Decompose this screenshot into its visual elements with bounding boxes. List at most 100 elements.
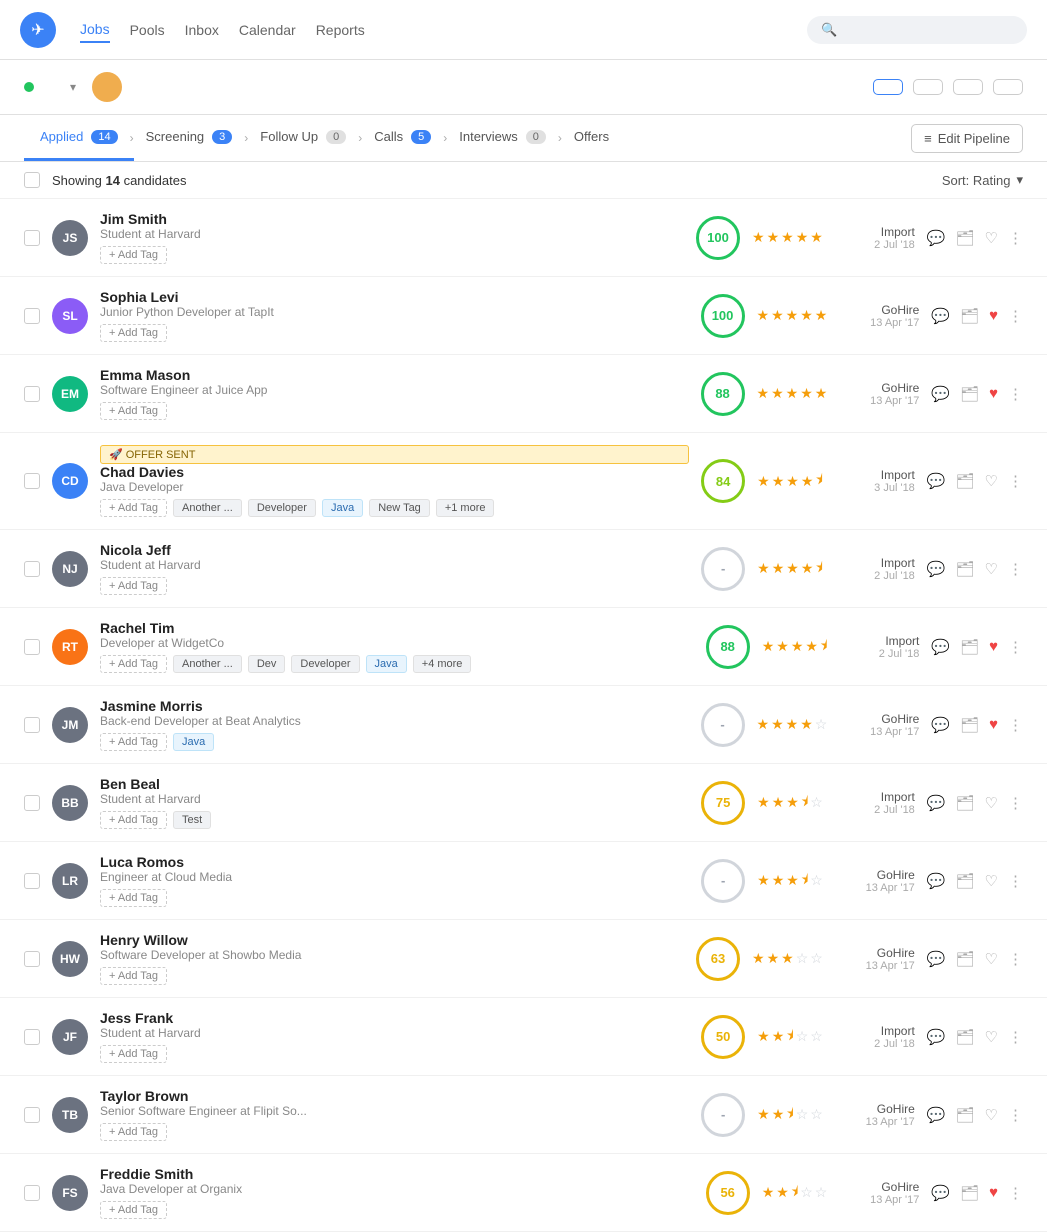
candidate-name[interactable]: Taylor Brown xyxy=(100,1088,689,1104)
more-icon[interactable]: ⋮ xyxy=(1008,950,1023,968)
add-tag-button[interactable]: + Add Tag xyxy=(100,324,167,342)
row-checkbox[interactable] xyxy=(24,873,40,889)
row-checkbox[interactable] xyxy=(24,795,40,811)
job-dropdown-icon[interactable]: ▾ xyxy=(70,80,76,94)
more-icon[interactable]: ⋮ xyxy=(1008,872,1023,890)
nav-inbox[interactable]: Inbox xyxy=(185,18,219,42)
star-rating[interactable]: ★★⯨☆☆ xyxy=(757,1025,823,1049)
candidate-tag[interactable]: Java xyxy=(366,655,407,673)
comment-icon[interactable]: 💬 xyxy=(927,229,946,247)
comment-icon[interactable]: 💬 xyxy=(931,307,950,325)
star-rating[interactable]: ★★★★★ xyxy=(757,385,828,402)
candidate-tag[interactable]: Test xyxy=(173,811,211,829)
more-icon[interactable]: ⋮ xyxy=(1008,307,1023,325)
comment-icon[interactable]: 💬 xyxy=(927,560,946,578)
comment-icon[interactable]: 💬 xyxy=(931,716,950,734)
tab-followup[interactable]: Follow Up 0 xyxy=(244,115,362,161)
row-checkbox[interactable] xyxy=(24,717,40,733)
comment-icon[interactable]: 💬 xyxy=(927,472,946,490)
star-rating[interactable]: ★★★★★ xyxy=(752,229,823,246)
sort-control[interactable]: Sort: Rating ▾ xyxy=(942,172,1023,188)
more-icon[interactable]: ⋮ xyxy=(1008,560,1023,578)
add-tag-button[interactable]: + Add Tag xyxy=(100,499,167,517)
add-tag-button[interactable]: + Add Tag xyxy=(100,1201,167,1219)
candidate-name[interactable]: Ben Beal xyxy=(100,776,689,792)
comment-icon[interactable]: 💬 xyxy=(931,1184,950,1202)
search-bar[interactable]: 🔍 xyxy=(807,16,1027,44)
candidate-name[interactable]: Rachel Tim xyxy=(100,620,694,636)
add-tag-button[interactable]: + Add Tag xyxy=(100,655,167,673)
edit-pipeline-button[interactable]: ≡ Edit Pipeline xyxy=(911,124,1023,153)
nav-reports[interactable]: Reports xyxy=(316,18,365,42)
star-rating[interactable]: ★★★★☆ xyxy=(757,716,828,733)
candidate-name[interactable]: Nicola Jeff xyxy=(100,542,689,558)
candidate-name[interactable]: Freddie Smith xyxy=(100,1166,694,1182)
star-rating[interactable]: ★★★⯨☆ xyxy=(757,869,823,893)
comment-icon[interactable]: 💬 xyxy=(931,385,950,403)
more-icon[interactable]: ⋮ xyxy=(1008,1106,1023,1124)
add-tag-button[interactable]: + Add Tag xyxy=(100,889,167,907)
like-icon[interactable]: ♥ xyxy=(989,385,998,402)
candidate-tag[interactable]: Developer xyxy=(248,499,316,517)
comment-icon[interactable]: 💬 xyxy=(927,1028,946,1046)
more-icon[interactable]: ⋮ xyxy=(1008,1184,1023,1202)
star-rating[interactable]: ★★★★★ xyxy=(757,307,828,324)
add-tag-button[interactable]: + Add Tag xyxy=(100,577,167,595)
more-icon[interactable]: ⋮ xyxy=(1008,1028,1023,1046)
folder-icon[interactable]: 🗂 xyxy=(956,472,975,490)
tab-offers[interactable]: Offers xyxy=(558,115,625,161)
folder-icon[interactable]: 🗂 xyxy=(960,307,979,325)
row-checkbox[interactable] xyxy=(24,473,40,489)
nav-calendar[interactable]: Calendar xyxy=(239,18,296,42)
like-icon[interactable]: ♥ xyxy=(989,1184,998,1201)
star-rating[interactable]: ★★★★⯨ xyxy=(757,469,823,493)
folder-icon[interactable]: 🗂 xyxy=(956,950,975,968)
candidate-tag[interactable]: Another ... xyxy=(173,499,242,517)
candidate-tag[interactable]: Java xyxy=(322,499,363,517)
like-icon[interactable]: ♡ xyxy=(985,1106,998,1124)
candidate-name[interactable]: Jim Smith xyxy=(100,211,684,227)
folder-icon[interactable]: 🗂 xyxy=(960,716,979,734)
like-icon[interactable]: ♥ xyxy=(989,716,998,733)
candidate-name[interactable]: Emma Mason xyxy=(100,367,689,383)
like-icon[interactable]: ♡ xyxy=(985,794,998,812)
comment-icon[interactable]: 💬 xyxy=(927,950,946,968)
folder-icon[interactable]: 🗂 xyxy=(960,638,979,656)
tab-applied[interactable]: Applied 14 xyxy=(24,115,134,161)
folder-icon[interactable]: 🗂 xyxy=(956,1106,975,1124)
like-icon[interactable]: ♡ xyxy=(985,472,998,490)
row-checkbox[interactable] xyxy=(24,386,40,402)
like-icon[interactable]: ♡ xyxy=(985,872,998,890)
star-rating[interactable]: ★★★⯨☆ xyxy=(757,791,823,815)
folder-icon[interactable]: 🗂 xyxy=(956,229,975,247)
tab-interviews[interactable]: Interviews 0 xyxy=(443,115,562,161)
like-icon[interactable]: ♥ xyxy=(989,638,998,655)
add-tag-button[interactable]: + Add Tag xyxy=(100,811,167,829)
star-rating[interactable]: ★★★★⯨ xyxy=(762,635,828,659)
like-icon[interactable]: ♡ xyxy=(985,950,998,968)
search-input[interactable] xyxy=(845,22,1013,37)
more-icon[interactable]: ⋮ xyxy=(1008,794,1023,812)
candidate-name[interactable]: Sophia Levi xyxy=(100,289,689,305)
star-rating[interactable]: ★★⯨☆☆ xyxy=(757,1103,823,1127)
comment-icon[interactable]: 💬 xyxy=(931,638,950,656)
candidate-name[interactable]: Jasmine Morris xyxy=(100,698,689,714)
select-all-checkbox[interactable] xyxy=(24,172,40,188)
add-candidates-button[interactable] xyxy=(913,79,943,95)
candidate-tag[interactable]: +4 more xyxy=(413,655,472,673)
row-checkbox[interactable] xyxy=(24,1185,40,1201)
add-tag-button[interactable]: + Add Tag xyxy=(100,246,167,264)
job-menu-button[interactable] xyxy=(993,79,1023,95)
comment-icon[interactable]: 💬 xyxy=(927,872,946,890)
folder-icon[interactable]: 🗂 xyxy=(956,794,975,812)
folder-icon[interactable]: 🗂 xyxy=(956,1028,975,1046)
nav-pools[interactable]: Pools xyxy=(130,18,165,42)
candidate-tag[interactable]: +1 more xyxy=(436,499,495,517)
candidate-tag[interactable]: New Tag xyxy=(369,499,430,517)
row-checkbox[interactable] xyxy=(24,1107,40,1123)
row-checkbox[interactable] xyxy=(24,230,40,246)
more-icon[interactable]: ⋮ xyxy=(1008,229,1023,247)
candidate-tag[interactable]: Developer xyxy=(291,655,359,673)
add-tag-button[interactable]: + Add Tag xyxy=(100,733,167,751)
candidate-name[interactable]: Chad Davies xyxy=(100,464,689,480)
